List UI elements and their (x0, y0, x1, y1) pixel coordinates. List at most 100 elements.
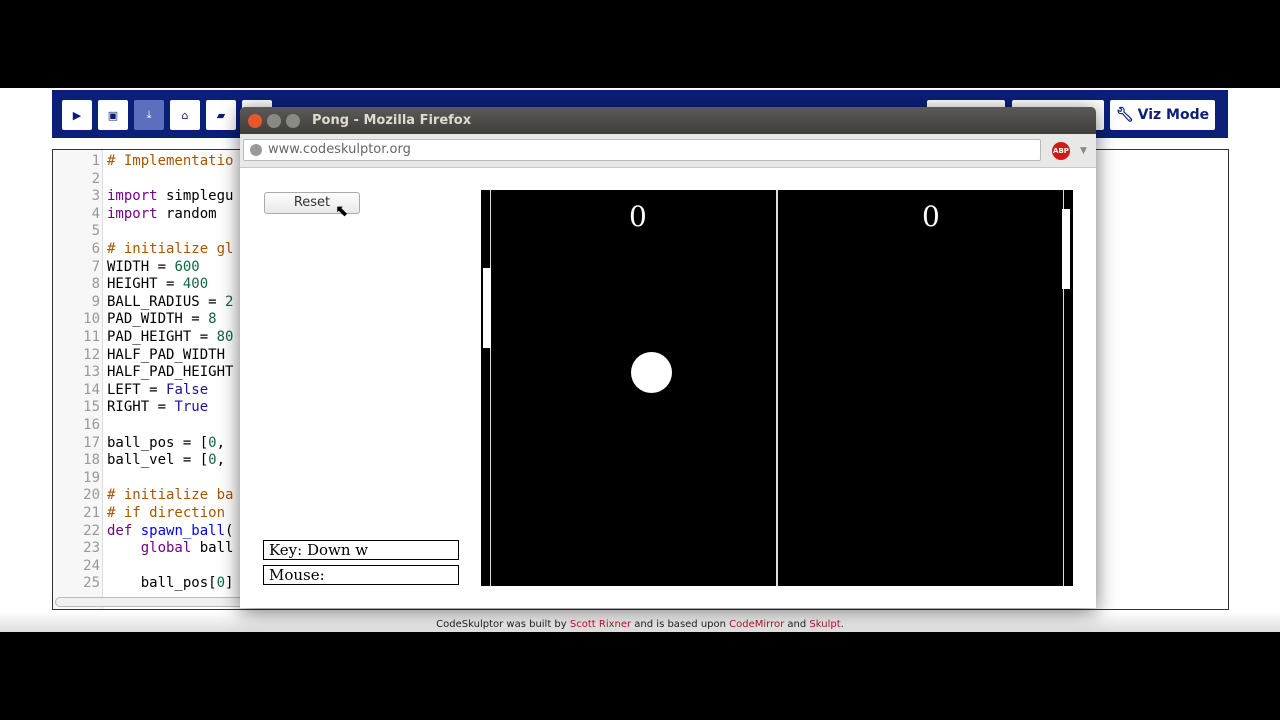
url-field[interactable]: www.codeskulptor.org (243, 139, 1041, 161)
code-token: 0 (208, 452, 217, 469)
line-number: 11 (83, 329, 100, 345)
play-icon: ▶ (72, 108, 82, 122)
code-text: ball_vel = [0, (107, 452, 225, 470)
code-text: HEIGHT = 400 (107, 276, 208, 294)
dropdown-arrow-icon[interactable]: ▼ (1080, 146, 1087, 156)
code-text: HALF_PAD_HEIGHT (107, 364, 233, 382)
code-token: ball_pos = [ (107, 434, 209, 451)
code-text: import random (107, 206, 217, 224)
line-number: 15 (83, 399, 100, 416)
code-token: import (107, 188, 158, 205)
maximize-icon[interactable] (286, 114, 300, 128)
line-number: 18 (83, 452, 100, 469)
code-token: , (216, 452, 226, 469)
score-left: 0 (629, 200, 647, 233)
game-canvas[interactable]: 0 0 (481, 190, 1073, 586)
code-text: # Implementatio (107, 153, 233, 171)
left-gutter-line (490, 190, 491, 586)
line-number: 17 (83, 434, 100, 451)
code-token: # initialize ba (107, 487, 234, 504)
window-titlebar[interactable]: Pong - Mozilla Firefox (240, 107, 1096, 134)
line-number: 14 (83, 381, 100, 398)
code-text: # if direction (107, 505, 233, 523)
save-icon: ▣ (107, 108, 119, 122)
download-button[interactable]: ⤓ (134, 100, 164, 130)
code-token: BALL_RADIUS = (107, 293, 226, 310)
code-token: def (107, 522, 133, 539)
code-token: LEFT = (107, 381, 167, 398)
line-number: 24 (83, 557, 100, 574)
code-token: # if direction (107, 505, 234, 521)
run-button[interactable]: ▶ (62, 100, 92, 130)
line-number: 12 (83, 346, 100, 363)
minimize-icon[interactable] (267, 114, 281, 128)
code-token: import (107, 205, 158, 222)
line-number: 10 (83, 311, 100, 328)
right-paddle (1062, 209, 1070, 289)
adblock-icon[interactable]: ABP (1052, 142, 1070, 160)
code-text: WIDTH = 600 (107, 259, 200, 277)
line-number: 7 (91, 258, 100, 275)
code-text: HALF_PAD_WIDTH (107, 347, 233, 365)
code-text: global ball (107, 540, 234, 558)
line-number: 25 (83, 575, 100, 592)
code-text: PAD_WIDTH = 8 (107, 311, 217, 329)
mouse-cursor-icon: ⬉ (335, 201, 349, 220)
score-right: 0 (922, 200, 940, 233)
center-line (776, 190, 778, 586)
code-token: WIDTH = (107, 258, 175, 275)
line-number: 23 (83, 540, 100, 557)
code-token: # Implementatio (107, 153, 234, 169)
skulpt-link[interactable]: Skulpt (809, 619, 840, 630)
line-number: 1 (91, 153, 100, 169)
code-text: # initialize ba (107, 487, 233, 505)
code-text: RIGHT = True (107, 399, 208, 417)
code-token: HALF_PAD_WIDTH (107, 346, 234, 363)
code-token: PAD_HEIGHT = (107, 329, 217, 345)
download-icon: ⤓ (146, 108, 152, 121)
ball (631, 352, 672, 393)
code-token: 0 (208, 434, 217, 451)
left-paddle (483, 268, 491, 348)
author-link[interactable]: Scott Rixner (570, 619, 631, 630)
code-text: import simplegu (107, 188, 233, 206)
line-number: 9 (91, 293, 100, 310)
line-number: 22 (83, 522, 100, 539)
code-token: spawn_ball (140, 522, 226, 539)
line-number: 21 (83, 505, 100, 521)
code-token: 400 (182, 276, 209, 293)
code-text: LEFT = False (107, 382, 208, 400)
code-token: simplegu (157, 188, 234, 205)
code-token: ball_pos[ (107, 575, 217, 592)
code-text: # initialize gl (107, 241, 233, 259)
mouse-status: Mouse: (263, 565, 459, 585)
code-token: 8 (208, 311, 217, 328)
line-number: 2 (91, 170, 100, 187)
share-button[interactable]: ⌂ (170, 100, 200, 130)
line-number: 6 (91, 241, 100, 257)
code-token: # initialize gl (107, 241, 234, 257)
share-icon: ⌂ (181, 108, 189, 122)
code-token: False (166, 381, 209, 398)
code-token: 0 (216, 575, 226, 592)
save-button[interactable]: ▣ (98, 100, 128, 130)
code-token: 80 (216, 329, 234, 345)
open-button[interactable]: ▰ (206, 100, 236, 130)
line-number: 19 (83, 469, 100, 486)
code-token: True (174, 399, 209, 416)
folder-icon: ▰ (216, 108, 226, 122)
horizontal-scrollbar[interactable] (55, 597, 245, 607)
viz-mode-button[interactable]: 🔧︎ Viz Mode (1110, 100, 1215, 130)
codemirror-link[interactable]: CodeMirror (729, 619, 784, 630)
close-icon[interactable] (248, 114, 262, 128)
line-number: 8 (91, 276, 100, 293)
code-token: 600 (174, 258, 200, 275)
footer: CodeSkulptor was built by Scott Rixner a… (0, 612, 1280, 632)
code-text: BALL_RADIUS = 2 (107, 294, 233, 312)
key-status: Key: Down w (263, 540, 459, 560)
code-token: RIGHT = (107, 399, 175, 416)
navigation-bar: www.codeskulptor.org ABP ▼ (240, 134, 1096, 168)
code-token: ball (191, 540, 234, 557)
